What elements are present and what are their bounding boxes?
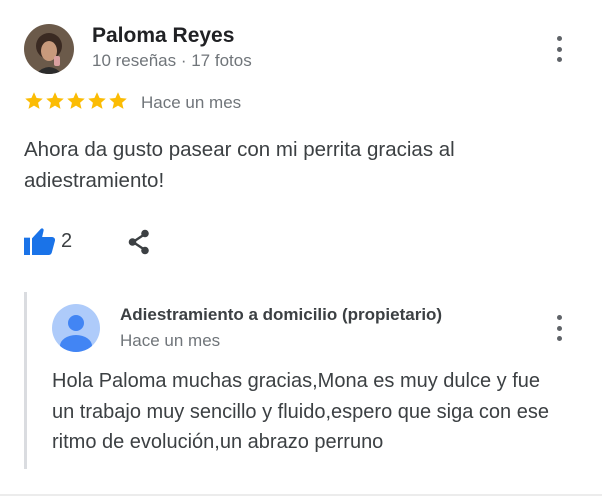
owner-reply-time: Hace un mes — [120, 331, 221, 350]
reviewer-meta: 10 reseñas · 17 fotos — [92, 51, 252, 70]
reviewer-name[interactable]: Paloma Reyes — [92, 24, 234, 48]
review-text: Ahora da gusto pasear con mi perrita gra… — [24, 138, 455, 192]
star-icon — [67, 92, 85, 109]
owner-name[interactable]: Adiestramiento a domicilio (propietario) — [120, 305, 442, 325]
review-time: Hace un mes — [141, 93, 242, 112]
owner-avatar[interactable] — [52, 304, 100, 352]
reviewer-photo — [24, 24, 74, 74]
star-icon — [109, 92, 127, 109]
star-rating — [24, 91, 128, 111]
star-icon — [25, 92, 43, 109]
star-icon — [46, 92, 64, 109]
share-icon — [128, 229, 149, 255]
default-user-avatar-icon — [52, 304, 100, 352]
reviewer-avatar[interactable] — [24, 24, 74, 74]
reply-border — [24, 292, 27, 469]
owner-reply-text: Hola Paloma muchas gracias,Mona es muy d… — [52, 370, 549, 453]
thumbs-up-icon — [24, 228, 56, 255]
share-button[interactable] — [125, 228, 153, 256]
like-button[interactable] — [24, 226, 56, 256]
like-count: 2 — [61, 230, 73, 252]
more-vert-icon[interactable] — [547, 315, 571, 341]
more-vert-icon[interactable] — [547, 36, 571, 62]
divider — [0, 494, 602, 496]
star-icon — [88, 92, 106, 109]
